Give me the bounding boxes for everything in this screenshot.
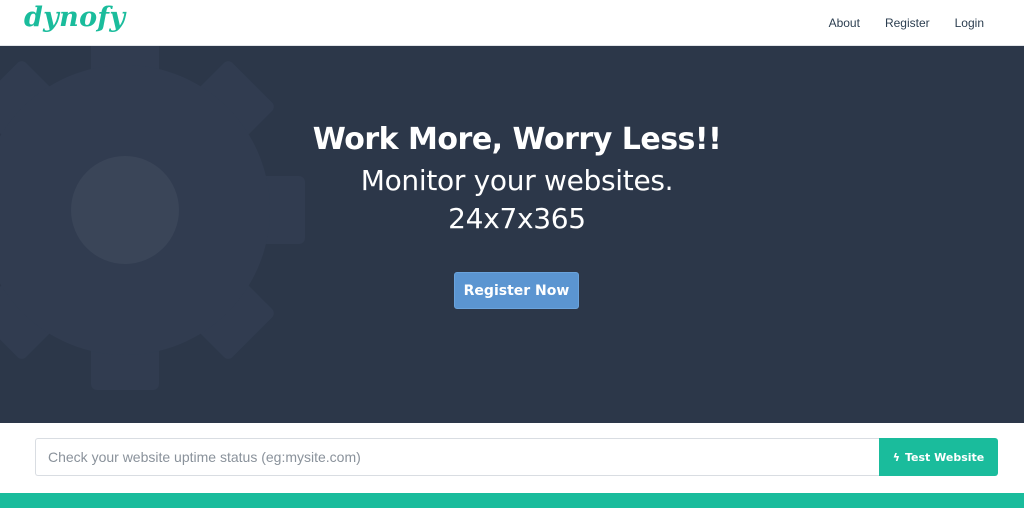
footer-strip	[0, 493, 1024, 508]
uptime-check-bar: ϟ Test Website	[0, 423, 1024, 493]
register-now-button[interactable]: Register Now	[454, 272, 579, 309]
top-navbar: dynofy About Register Login	[0, 0, 1024, 46]
hero-subtitle: Monitor your websites.	[360, 164, 674, 197]
nav-links: About Register Login	[804, 0, 984, 46]
website-url-input[interactable]	[35, 438, 879, 476]
nav-register-link[interactable]: Register	[885, 16, 930, 30]
hero-section: Work More, Worry Less!! Monitor your web…	[0, 46, 1024, 423]
test-website-button[interactable]: ϟ Test Website	[879, 438, 998, 476]
dynofy-logo[interactable]: dynofy	[24, 2, 125, 33]
nav-login-link[interactable]: Login	[955, 16, 984, 30]
bolt-icon: ϟ	[892, 450, 900, 464]
hero-uptime-text: 24x7x365	[448, 202, 586, 235]
test-website-label: Test Website	[905, 450, 985, 464]
nav-about-link[interactable]: About	[829, 16, 860, 30]
hero-title: Work More, Worry Less!!	[312, 122, 722, 157]
